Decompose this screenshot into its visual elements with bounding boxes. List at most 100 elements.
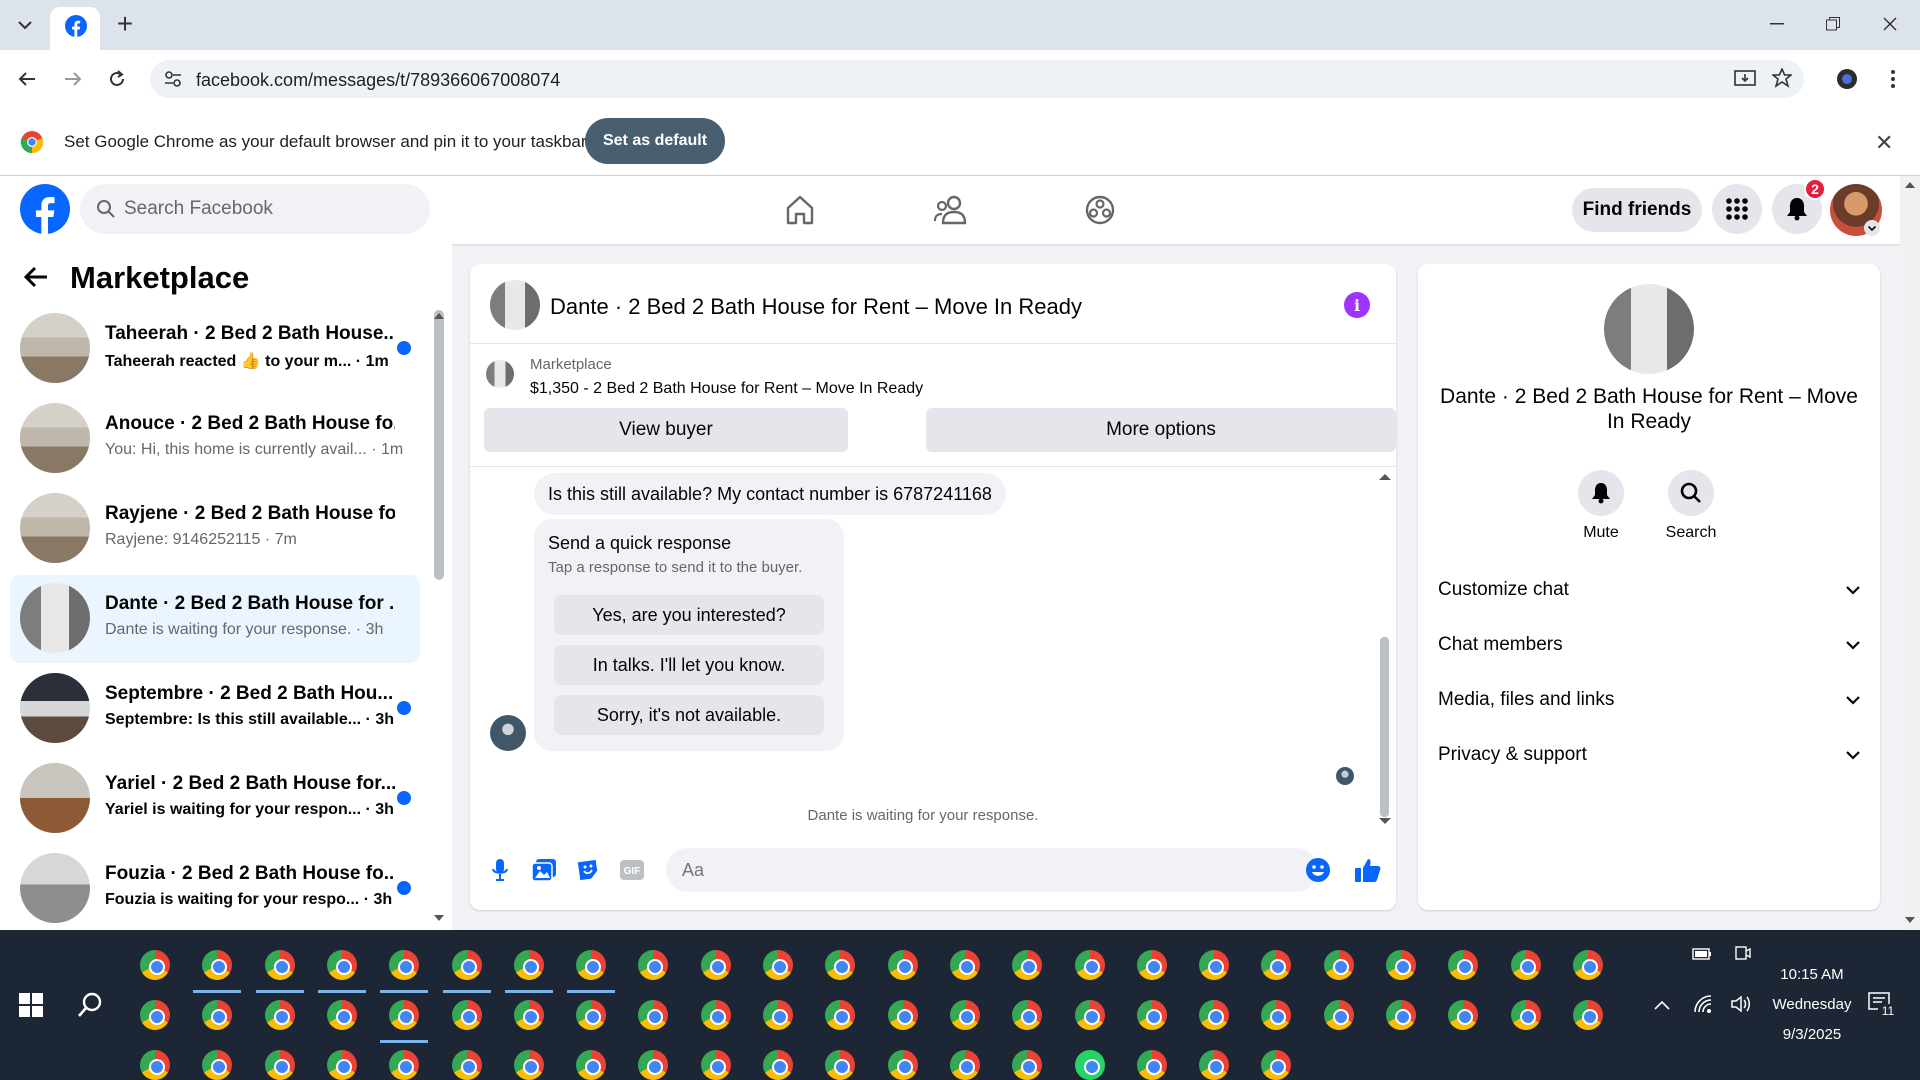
chrome-taskbar-icon[interactable] [1261,1050,1292,1080]
attach-photo-button[interactable] [530,856,558,884]
conversation-item[interactable]: Taheerah · 2 Bed 2 Bath House... Taheerah… [10,305,420,393]
new-tab-button[interactable]: + [108,10,142,40]
battery-icon[interactable] [1692,948,1712,960]
chrome-taskbar-icon[interactable] [140,950,170,980]
quick-reply-in-talks[interactable]: In talks. I'll let you know. [554,645,824,685]
more-options-button[interactable]: More options [926,408,1396,452]
chrome-taskbar-icon[interactable] [576,1000,607,1030]
chrome-taskbar-icon[interactable] [949,1050,980,1080]
chrome-taskbar-icon[interactable] [763,950,793,980]
chrome-taskbar-icon[interactable] [1074,950,1105,980]
chrome-taskbar-icon[interactable] [763,1000,793,1030]
chrome-taskbar-icon[interactable] [825,950,856,980]
scroll-down-icon[interactable] [434,914,444,922]
chrome-taskbar-icon[interactable] [1074,1000,1105,1030]
chrome-taskbar-icon[interactable] [1136,950,1167,980]
tab-search-button[interactable] [8,9,42,41]
chrome-taskbar-icon[interactable] [513,1000,544,1030]
chrome-taskbar-icon[interactable] [949,950,980,980]
find-friends-button[interactable]: Find friends [1572,188,1702,232]
chrome-taskbar-icon[interactable] [1136,1050,1167,1080]
chrome-taskbar-icon[interactable] [264,950,295,980]
chrome-taskbar-icon[interactable] [451,950,482,980]
conversation-item[interactable]: Fouzia · 2 Bed 2 Bath House fo... Fouzia … [10,845,420,933]
chrome-taskbar-icon[interactable] [1572,1000,1603,1030]
chrome-taskbar-icon[interactable] [451,1000,482,1030]
profile-button[interactable] [1830,62,1864,96]
chrome-taskbar-icon[interactable] [513,1050,544,1080]
set-as-default-button[interactable]: Set as default [585,118,725,164]
chat-listing-thumbnail[interactable] [490,280,540,330]
back-button[interactable] [10,62,44,96]
chrome-menu-button[interactable] [1876,62,1910,96]
address-bar[interactable]: facebook.com/messages/t/789366067008074 [150,60,1804,98]
chrome-taskbar-icon[interactable] [202,950,233,980]
scroll-up-icon[interactable] [1379,473,1391,481]
chrome-taskbar-icon[interactable] [202,1000,233,1030]
quick-reply-interested[interactable]: Yes, are you interested? [554,595,824,635]
back-arrow-icon[interactable] [24,266,48,288]
chrome-taskbar-icon[interactable] [389,1050,420,1080]
listing-title[interactable]: $1,350 - 2 Bed 2 Bath House for Rent – M… [530,380,923,398]
chrome-taskbar-icon[interactable] [1448,1000,1479,1030]
thread-scrollbar[interactable] [1380,637,1389,817]
chrome-taskbar-icon[interactable] [389,1000,420,1030]
chrome-taskbar-icon[interactable] [1510,1000,1541,1030]
facebook-search-box[interactable]: Search Facebook [80,184,430,234]
chrome-taskbar-icon[interactable] [638,1050,669,1080]
reload-button[interactable] [100,62,134,96]
chrome-taskbar-icon[interactable] [638,1000,669,1030]
page-scrollbar[interactable] [1900,176,1920,930]
chrome-taskbar-icon[interactable] [1012,1000,1043,1030]
chrome-taskbar-icon[interactable] [700,950,731,980]
chrome-taskbar-icon[interactable] [1012,950,1043,980]
scroll-down-icon[interactable] [1379,817,1391,825]
media-files-links-row[interactable]: Media, files and links [1438,680,1860,720]
chevron-up-icon[interactable] [1654,1000,1670,1010]
chrome-taskbar-icon[interactable] [1261,950,1292,980]
chrome-taskbar-icon[interactable] [825,1050,856,1080]
chrome-taskbar-icon[interactable] [825,1000,856,1030]
chrome-taskbar-icon[interactable] [326,1050,357,1080]
chrome-taskbar-icon[interactable] [140,1000,170,1030]
customize-chat-row[interactable]: Customize chat [1438,570,1860,610]
chrome-taskbar-icon[interactable] [1386,950,1416,980]
chrome-taskbar-icon[interactable] [389,950,420,980]
chrome-taskbar-icon[interactable] [202,1050,233,1080]
conversation-item[interactable]: Anouce · 2 Bed 2 Bath House fo... You: Hi… [10,395,420,483]
search-in-conversation-button[interactable]: Search [1651,470,1731,542]
chrome-taskbar-icon[interactable] [140,1050,170,1080]
nav-friends[interactable] [930,190,970,230]
emoji-button[interactable] [1304,856,1332,884]
conversation-item[interactable]: Dante · 2 Bed 2 Bath House for ... Dante … [10,575,420,663]
clock-date[interactable]: 9/3/2025 [1752,1026,1872,1043]
chrome-taskbar-icon[interactable] [1261,1000,1292,1030]
scroll-up-icon[interactable] [1905,181,1915,189]
taskbar-search-icon[interactable] [76,991,104,1019]
nav-home[interactable] [780,190,820,230]
privacy-support-row[interactable]: Privacy & support [1438,735,1860,775]
forward-button[interactable] [56,62,90,96]
chrome-taskbar-icon[interactable] [264,1050,295,1080]
chevron-down-icon[interactable] [1864,220,1880,236]
chrome-taskbar-icon[interactable] [763,1050,793,1080]
chrome-taskbar-icon[interactable] [887,950,918,980]
scroll-down-icon[interactable] [1905,916,1915,924]
whatsapp-taskbar-icon[interactable] [1074,1050,1105,1080]
conversation-item[interactable]: Rayjene · 2 Bed 2 Bath House fo... Rayjen… [10,485,420,573]
chrome-taskbar-icon[interactable] [576,1050,607,1080]
chrome-taskbar-icon[interactable] [1136,1000,1167,1030]
chrome-taskbar-icon[interactable] [1199,950,1230,980]
mute-button[interactable]: Mute [1561,470,1641,542]
view-buyer-button[interactable]: View buyer [484,408,848,452]
chrome-taskbar-icon[interactable] [949,1000,980,1030]
volume-icon[interactable] [1730,994,1752,1014]
menu-button[interactable] [1712,184,1762,234]
quick-reply-not-available[interactable]: Sorry, it's not available. [554,695,824,735]
restore-button[interactable] [1813,8,1853,40]
chrome-taskbar-icon[interactable] [887,1000,918,1030]
chrome-taskbar-icon[interactable] [576,950,607,980]
inbox-scrollbar[interactable] [434,310,444,580]
meet-now-icon[interactable] [1735,944,1751,962]
chat-title[interactable]: Dante · 2 Bed 2 Bath House for Rent – Mo… [550,294,1082,320]
